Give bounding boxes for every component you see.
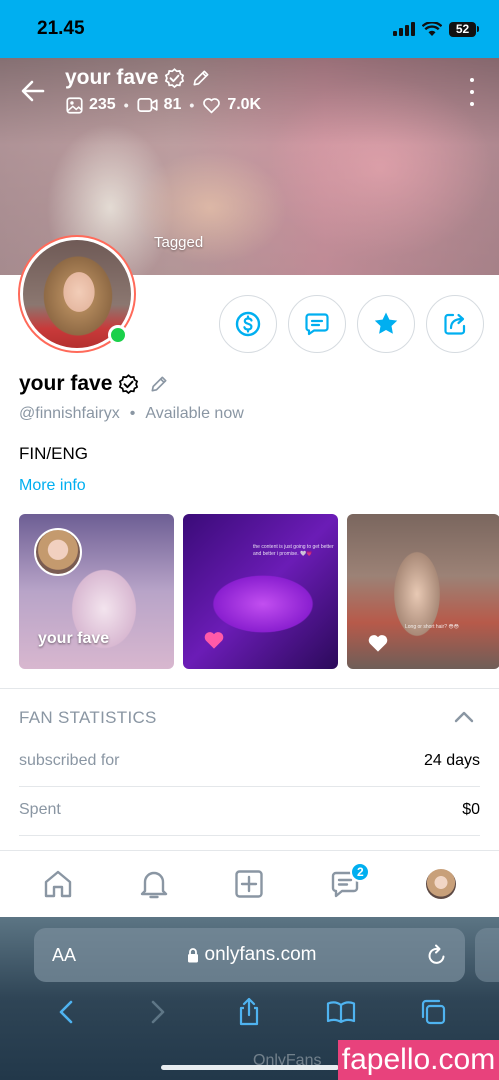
home-indicator[interactable] (161, 1065, 339, 1070)
url-text: onlyfans.com (204, 944, 317, 965)
battery-level: 52 (449, 21, 476, 37)
nav-messages[interactable]: 2 (320, 859, 371, 909)
tagged-label: Tagged (154, 234, 204, 251)
profile-handle-row: @finnishfairyx • Available now (19, 405, 244, 422)
tabs-button[interactable] (413, 995, 453, 1029)
profile-name-row: your fave (19, 372, 169, 396)
edit-pencil-icon[interactable] (191, 68, 211, 88)
signal-icon (393, 22, 415, 36)
profile-handle: @finnishfairyx (19, 405, 120, 422)
reader-text-size-button[interactable]: AA (52, 945, 76, 966)
highlight-caption: the content is just going to get better … (253, 544, 334, 557)
stat-label: Spent (19, 801, 61, 818)
white-heart-icon (368, 635, 388, 652)
share-sheet-button[interactable] (229, 995, 269, 1029)
share-icon (240, 997, 259, 1026)
share-button[interactable] (426, 295, 484, 353)
verified-icon (165, 67, 185, 88)
plus-square-icon (235, 870, 264, 898)
divider (19, 786, 480, 787)
availability-status: Available now (145, 405, 244, 422)
verified-icon (119, 373, 139, 394)
chevron-right-icon (151, 1000, 164, 1024)
highlight-caption: Long or short hair? 😳😳 (405, 624, 459, 630)
likes-stat: 7.0K (202, 96, 261, 114)
profile-actions (219, 295, 484, 353)
wifi-icon (422, 21, 442, 36)
stat-value: $0 (462, 801, 480, 818)
nav-notifications[interactable] (129, 859, 179, 909)
chevron-up-icon[interactable] (453, 709, 475, 725)
image-icon (66, 96, 83, 114)
bell-icon (140, 871, 167, 899)
photos-count: 235 (89, 96, 116, 113)
avatar (426, 869, 457, 899)
stat-row-spent: Spent $0 (19, 801, 480, 819)
fan-statistics-heading: FAN STATISTICS (19, 708, 157, 727)
highlight-avatar (34, 528, 82, 576)
message-icon (305, 313, 329, 336)
highlight-item[interactable]: Long or short hair? 😳😳 (347, 514, 499, 669)
cover-title-text: your fave (65, 66, 159, 89)
profile-bio: FIN/ENG (19, 444, 88, 463)
url-display: onlyfans.com (76, 944, 427, 966)
edit-pencil-icon[interactable] (149, 374, 169, 394)
cover-title: your fave (65, 66, 211, 90)
stat-label: subscribed for (19, 752, 120, 769)
highlight-label: your fave (38, 630, 110, 647)
pink-heart-icon (204, 632, 224, 649)
divider (19, 835, 480, 836)
message-button[interactable] (288, 295, 346, 353)
messages-badge: 2 (350, 862, 371, 882)
photos-stat: 235 (66, 96, 116, 114)
online-status-indicator (108, 325, 128, 345)
bookmarks-button[interactable] (321, 995, 361, 1029)
watermark-badge: fapello.com (338, 1040, 499, 1080)
stat-value: 24 days (423, 752, 480, 769)
lock-icon (187, 947, 198, 962)
cover-header: your fave 235 • 81 • 7.0K (0, 58, 499, 148)
bottom-nav: 2 (0, 850, 499, 917)
back-button[interactable] (18, 76, 48, 106)
video-icon (137, 98, 158, 112)
address-bar[interactable]: AA onlyfans.com (34, 928, 465, 982)
share-icon (444, 313, 466, 335)
profile-name: your fave (19, 372, 113, 395)
highlight-item[interactable]: the content is just going to get better … (183, 514, 338, 669)
back-nav-button[interactable] (46, 995, 86, 1029)
profile-section: your fave @finnishfairyx • Available now… (0, 235, 499, 917)
reload-icon[interactable] (427, 944, 447, 966)
highlight-item[interactable]: your fave (19, 514, 174, 669)
heart-icon (203, 97, 221, 113)
browser-toolbar (0, 995, 499, 1029)
next-tab-preview[interactable] (475, 928, 499, 982)
highlights-row: your fave the content is just going to g… (19, 514, 499, 669)
favorite-button[interactable] (357, 295, 415, 353)
send-tip-button[interactable] (219, 295, 277, 353)
battery-icon: 52 (449, 21, 479, 37)
status-time: 21.45 (37, 18, 85, 39)
cover-stats: 235 • 81 • 7.0K (66, 96, 261, 114)
dollar-icon (235, 311, 261, 337)
more-options-icon[interactable] (465, 78, 479, 106)
nav-create[interactable] (224, 859, 274, 909)
videos-count: 81 (163, 96, 182, 113)
book-icon (327, 1001, 356, 1024)
divider (0, 688, 499, 689)
chevron-left-icon (59, 1000, 73, 1024)
star-icon (374, 312, 398, 334)
stat-row-subscribed: subscribed for 24 days (19, 752, 480, 770)
arrow-left-icon (21, 80, 45, 102)
status-icons: 52 (393, 21, 479, 37)
forward-nav-button[interactable] (138, 995, 178, 1029)
videos-stat: 81 (137, 96, 182, 114)
status-bar: 21.45 52 (0, 0, 499, 58)
nav-profile[interactable] (416, 859, 466, 909)
nav-home[interactable] (33, 859, 83, 909)
likes-count: 7.0K (227, 96, 262, 113)
more-info-link[interactable]: More info (19, 477, 86, 495)
home-icon (44, 870, 72, 898)
tabs-icon (421, 999, 446, 1025)
